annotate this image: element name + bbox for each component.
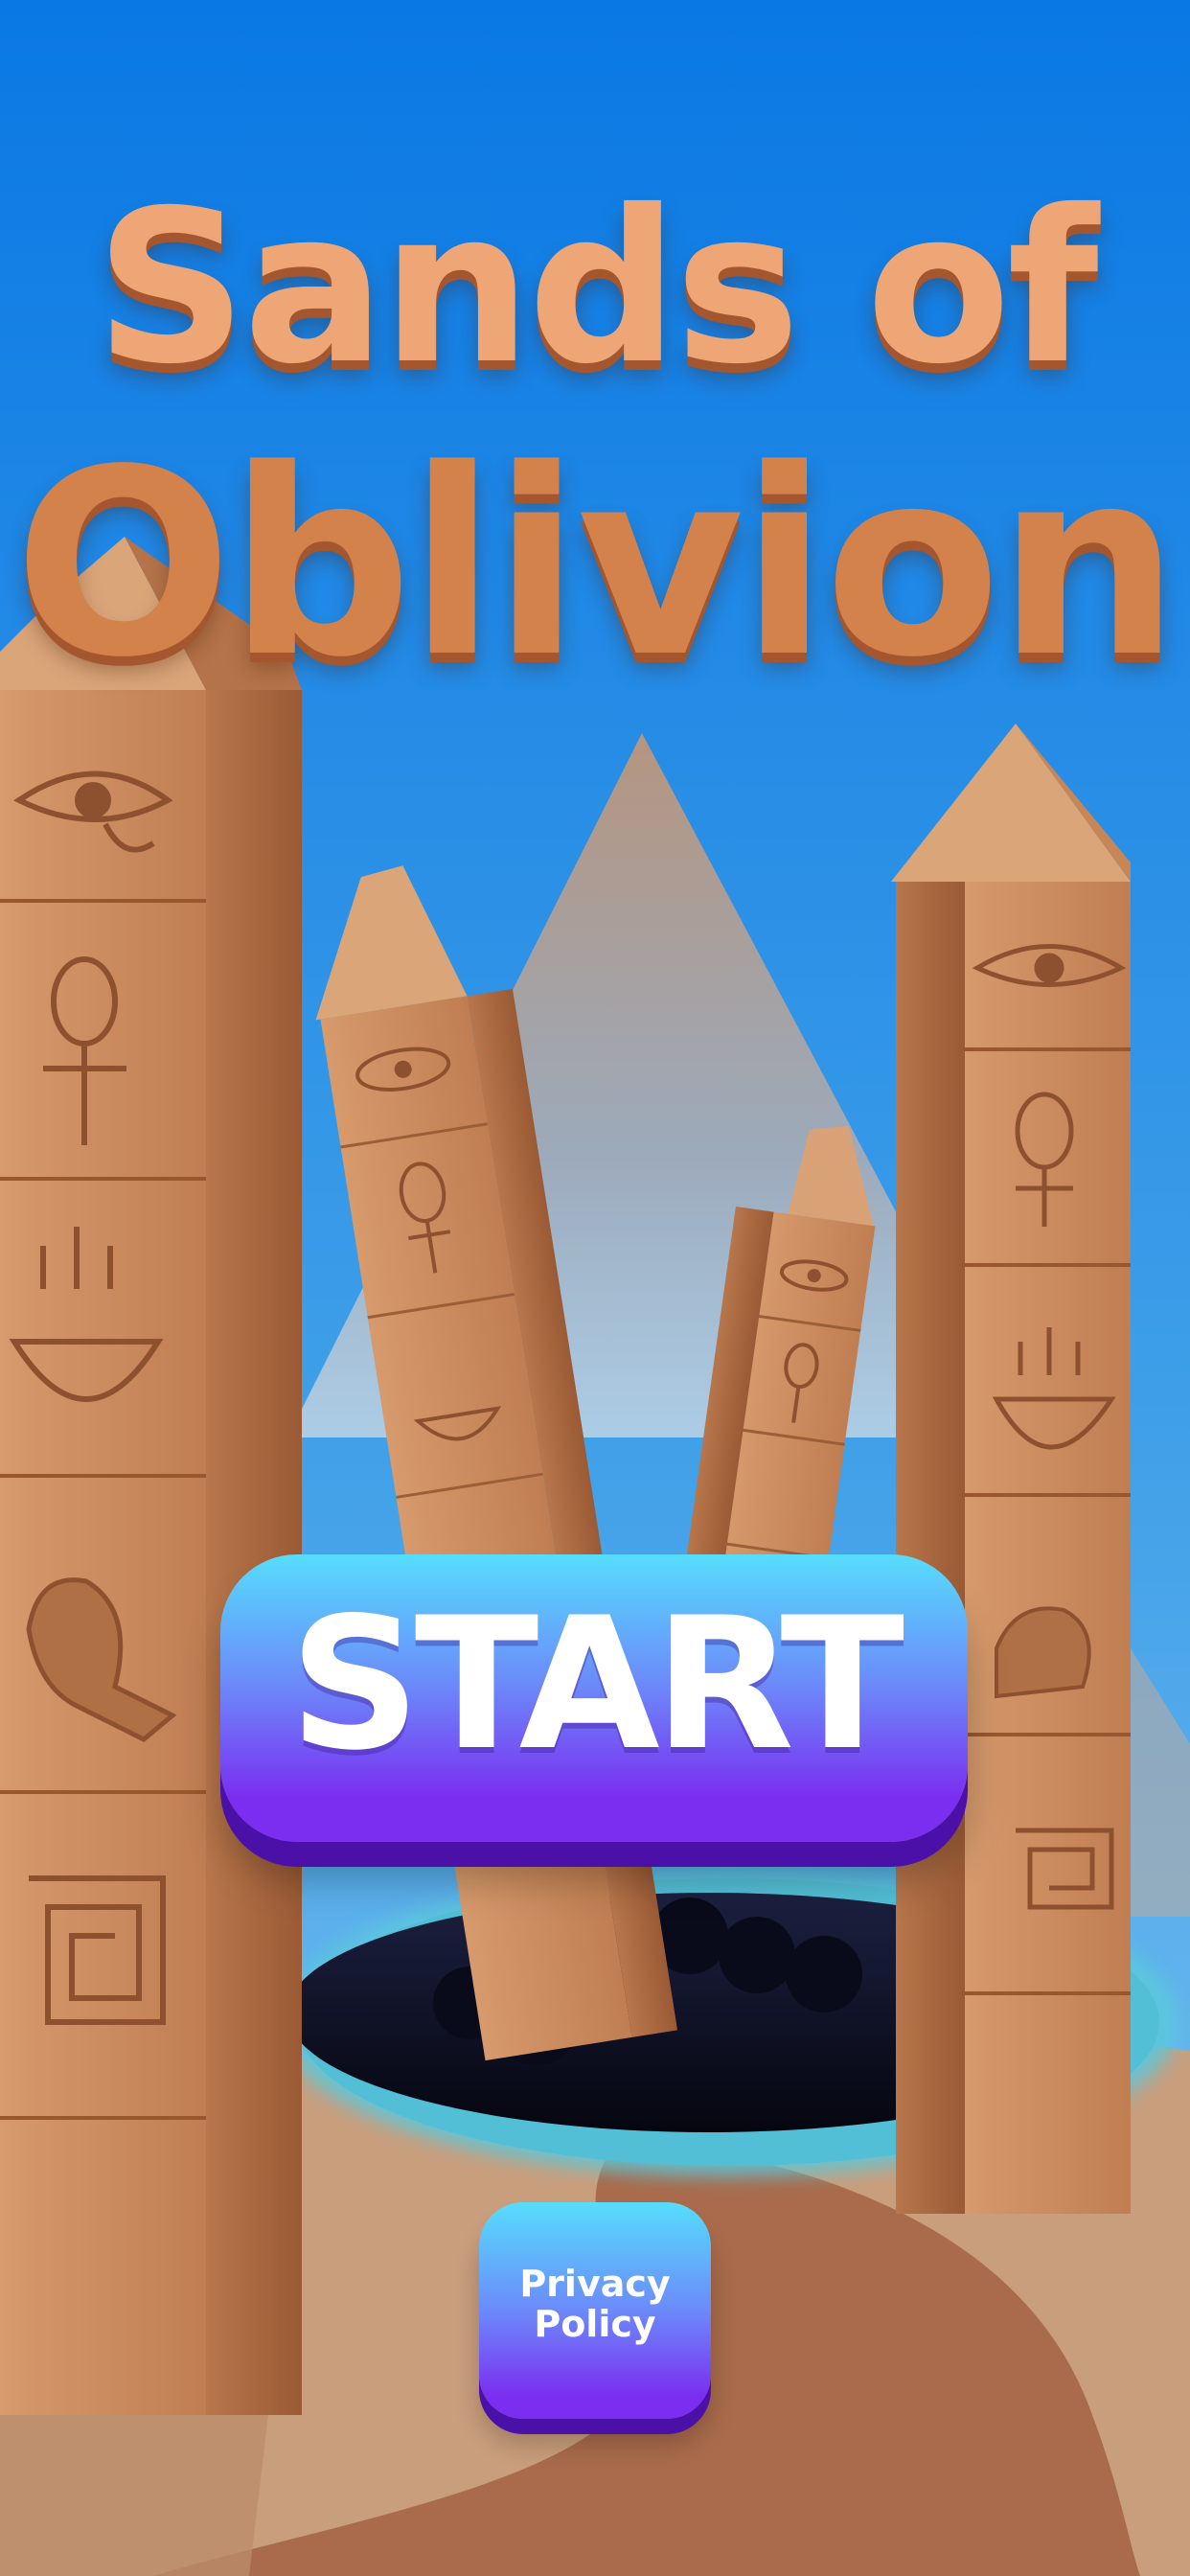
privacy-policy-button[interactable]: Privacy Policy — [479, 2202, 711, 2419]
start-button[interactable]: START — [220, 1554, 968, 1842]
privacy-policy-label: Privacy Policy — [519, 2263, 671, 2345]
game-title-line-2: Oblivion — [13, 415, 1180, 714]
start-button-label: START — [288, 1578, 904, 1790]
game-scene: Sands of Oblivion START Privacy Policy — [0, 0, 1190, 2576]
obelisk-left — [0, 537, 302, 2415]
obelisk-right — [891, 724, 1131, 2214]
game-title-line-1: Sands of — [95, 165, 1098, 410]
